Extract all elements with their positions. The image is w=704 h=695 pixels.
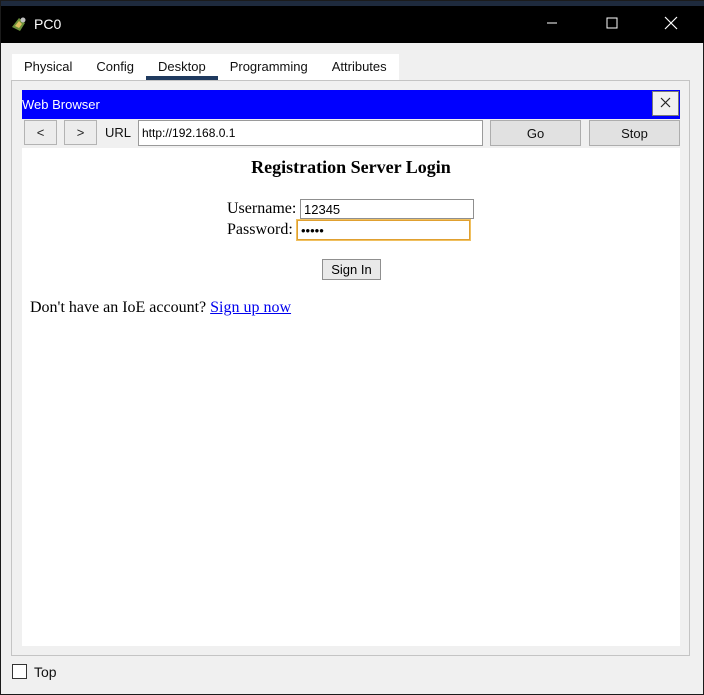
chevron-right-icon: > (76, 125, 85, 140)
password-input[interactable] (297, 220, 470, 240)
top-checkbox[interactable] (12, 664, 27, 679)
close-icon (660, 96, 671, 111)
tab-attributes[interactable]: Attributes (320, 54, 399, 80)
minimize-button[interactable] (523, 6, 581, 43)
window-titlebar[interactable]: PC0 (1, 6, 704, 43)
minimize-icon (546, 17, 558, 32)
packet-tracer-app-icon (10, 15, 28, 33)
top-label: Top (34, 664, 57, 680)
close-icon (664, 16, 678, 33)
forward-button[interactable]: > (64, 120, 97, 145)
back-button[interactable]: < (24, 120, 57, 145)
url-input[interactable] (138, 120, 483, 146)
tab-programming[interactable]: Programming (218, 54, 320, 80)
sign-up-link[interactable]: Sign up now (210, 299, 291, 316)
url-label: URL (105, 125, 132, 140)
web-browser-close-button[interactable] (652, 91, 679, 116)
browser-page: Registration Server Login Username: Pass… (22, 148, 680, 646)
signup-prompt: Don't have an IoE account? (30, 299, 207, 316)
maximize-icon (606, 17, 618, 32)
desktop-panel: Web Browser < > URL Go Stop Registration… (11, 80, 690, 656)
go-button[interactable]: Go (490, 120, 581, 146)
password-label: Password: (227, 221, 293, 238)
page-title: Registration Server Login (251, 157, 451, 177)
tab-config[interactable]: Config (84, 54, 146, 80)
signup-row: Don't have an IoE account? Sign up now (30, 299, 291, 317)
tab-desktop[interactable]: Desktop (146, 54, 218, 80)
window-title: PC0 (34, 16, 62, 32)
username-label: Username: (227, 200, 297, 217)
stop-button[interactable]: Stop (589, 120, 680, 146)
web-browser-titlebar: Web Browser (22, 90, 680, 119)
tab-physical[interactable]: Physical (12, 54, 84, 80)
maximize-button[interactable] (583, 6, 641, 43)
web-browser-title: Web Browser (22, 97, 100, 112)
chevron-left-icon: < (36, 125, 45, 140)
tab-bar: Physical Config Desktop Programming Attr… (12, 54, 399, 80)
username-input[interactable] (300, 199, 474, 219)
sign-in-button[interactable]: Sign In (322, 259, 381, 280)
pc0-window: PC0 Physical Config Desktop Programming … (0, 0, 704, 695)
close-button[interactable] (642, 6, 700, 43)
